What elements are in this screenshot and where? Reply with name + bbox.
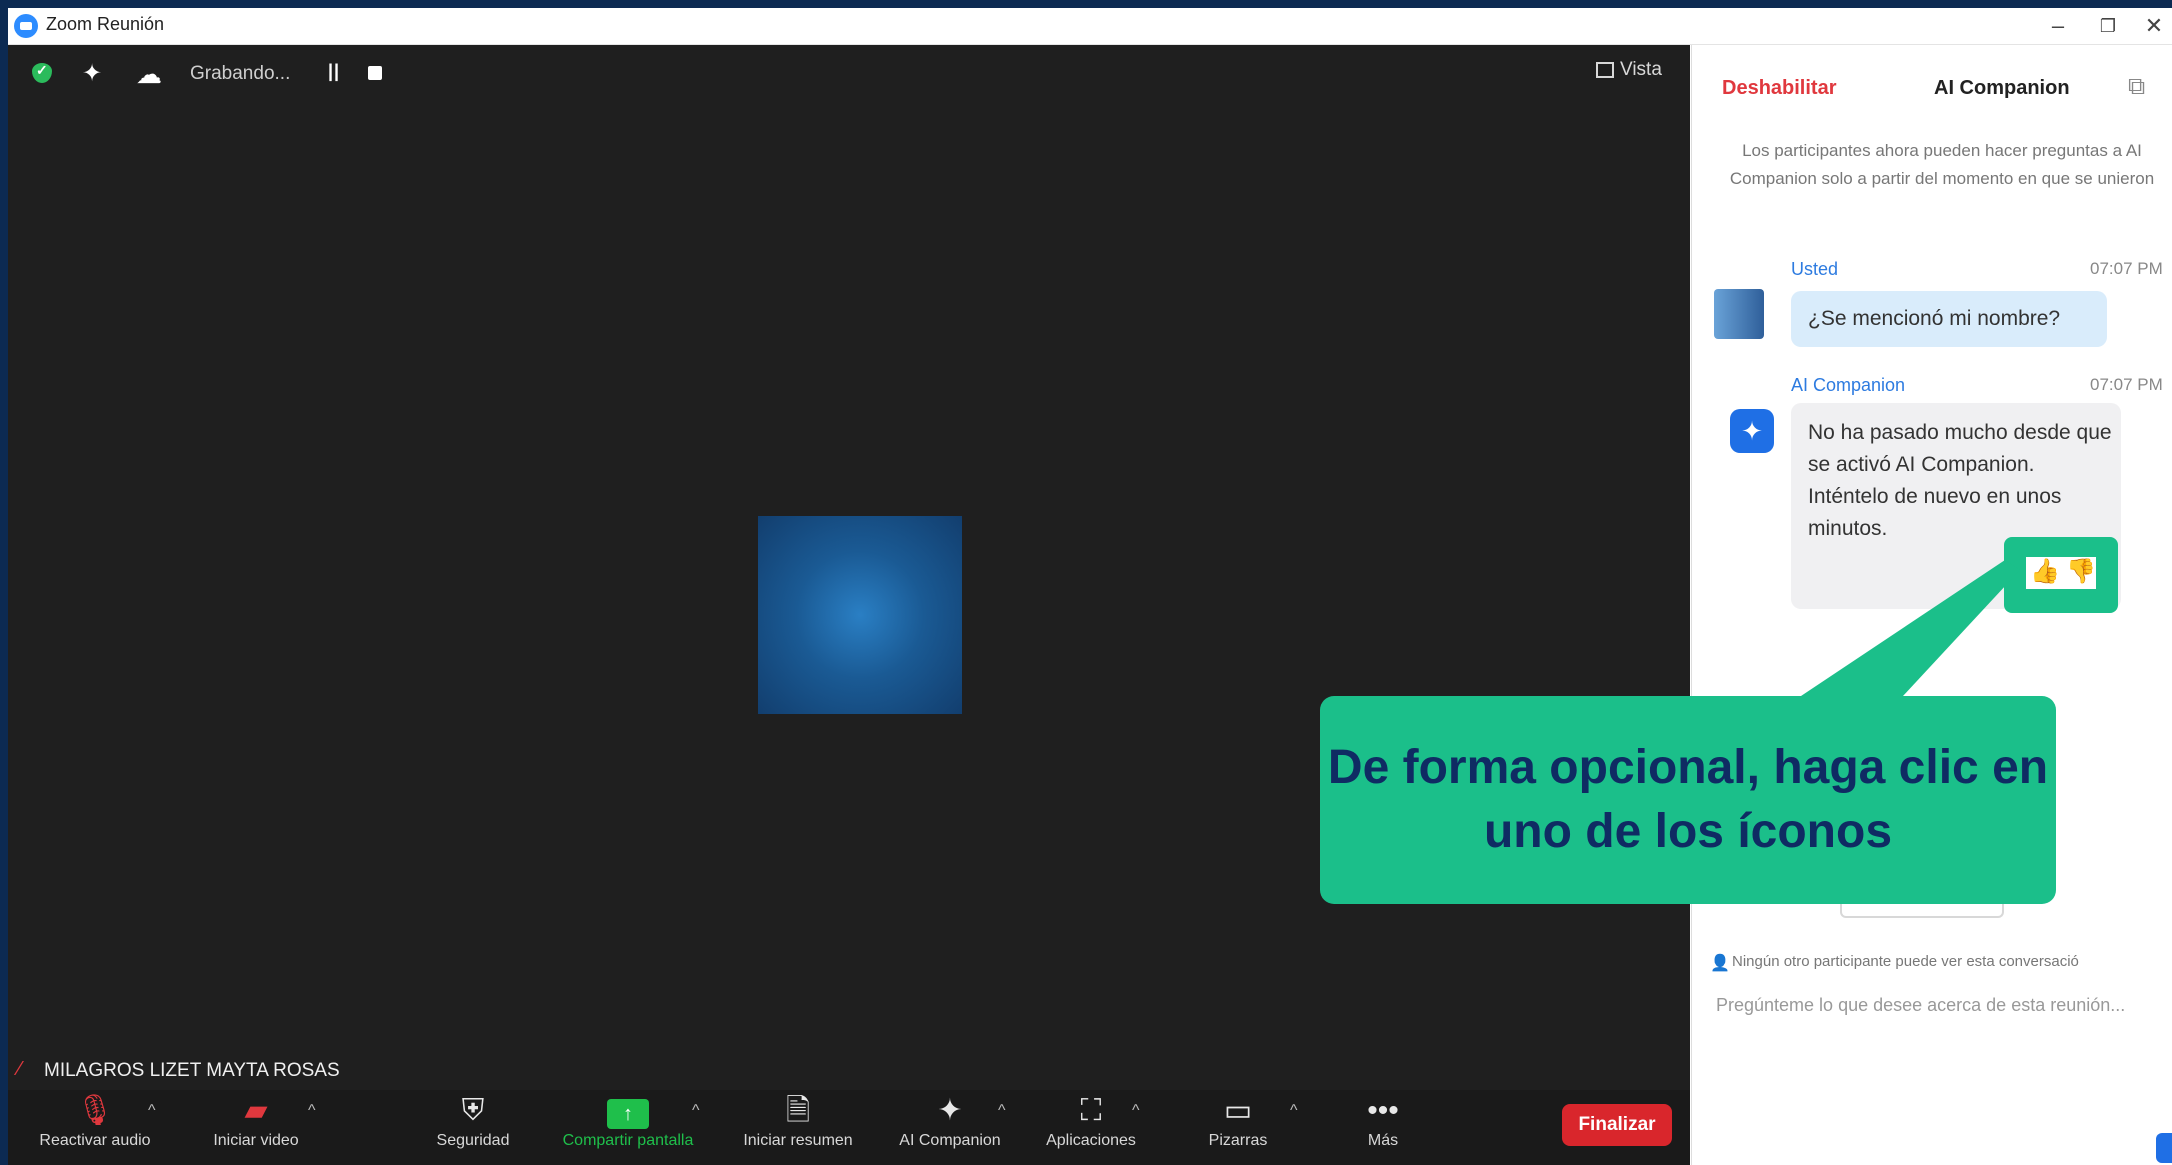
meeting-view: ✦ ☁ Grabando... | | Vista ⁄ MILAGROS LIZ… bbox=[8, 45, 1690, 1165]
ask-input[interactable] bbox=[1714, 993, 2158, 1057]
whiteboard-options-caret[interactable]: ^ bbox=[1290, 1102, 1298, 1120]
apps-options-caret[interactable]: ^ bbox=[1132, 1102, 1140, 1120]
shield-plus-icon: ⛨ bbox=[461, 1094, 485, 1127]
view-button[interactable]: Vista bbox=[1620, 59, 1662, 81]
more-button[interactable]: ••• Más bbox=[1338, 1090, 1428, 1165]
video-off-icon: ▰ bbox=[244, 1094, 268, 1127]
security-button[interactable]: ⛨ Seguridad bbox=[408, 1090, 538, 1165]
start-summary-button[interactable]: 🗎 Iniciar resumen bbox=[723, 1090, 873, 1165]
more-icon: ••• bbox=[1367, 1094, 1399, 1127]
user-message-text: ¿Se mencionó mi nombre? bbox=[1808, 307, 2061, 330]
avatar bbox=[1714, 289, 1764, 339]
privacy-note: Ningún otro participante puede ver esta … bbox=[1732, 953, 2079, 970]
privacy-icon: 👤 bbox=[1710, 955, 1730, 972]
start-video-button[interactable]: ▰ Iniciar video bbox=[186, 1090, 326, 1165]
minimize-button[interactable]: – bbox=[2038, 12, 2078, 40]
encryption-shield-icon[interactable] bbox=[32, 62, 52, 83]
zoom-logo-icon bbox=[14, 14, 38, 38]
disable-button[interactable]: Deshabilitar bbox=[1722, 77, 1836, 100]
whiteboards-button[interactable]: ▭ Pizarras bbox=[1178, 1090, 1298, 1165]
stop-icon[interactable] bbox=[368, 66, 382, 80]
ai-options-caret[interactable]: ^ bbox=[998, 1102, 1006, 1120]
ai-avatar-icon: ✦ bbox=[1730, 409, 1774, 453]
close-button[interactable]: ✕ bbox=[2134, 12, 2172, 40]
window-title: Zoom Reunión bbox=[46, 14, 165, 34]
share-screen-icon: ↑ bbox=[607, 1099, 649, 1129]
share-options-caret[interactable]: ^ bbox=[692, 1102, 700, 1120]
tutorial-callout: De forma opcional, haga clic en uno de l… bbox=[1320, 696, 2056, 904]
message-time: 07:07 PM bbox=[2090, 259, 2163, 278]
audio-options-caret[interactable]: ^ bbox=[148, 1102, 156, 1120]
share-screen-button[interactable]: ↑ Compartir pantalla bbox=[543, 1090, 713, 1165]
callout-text: De forma opcional, haga clic en uno de l… bbox=[1327, 741, 2049, 858]
send-button[interactable] bbox=[2156, 1133, 2172, 1163]
sparkle-icon[interactable]: ✦ bbox=[82, 59, 102, 88]
muted-mic-icon: ⁄ bbox=[18, 1058, 22, 1080]
end-meeting-button[interactable]: Finalizar bbox=[1562, 1104, 1672, 1146]
ai-message-text: No ha pasado mucho desde que se activó A… bbox=[1808, 421, 2112, 540]
message-sender: AI Companion bbox=[1791, 375, 1906, 395]
pause-icon[interactable]: | | bbox=[328, 61, 339, 82]
callout-pointer bbox=[1780, 560, 2020, 710]
restore-button[interactable]: ❐ bbox=[2088, 12, 2128, 40]
participant-video-tile bbox=[758, 516, 962, 714]
video-options-caret[interactable]: ^ bbox=[308, 1102, 316, 1120]
participant-name: MILAGROS LIZET MAYTA ROSAS bbox=[44, 1060, 340, 1081]
popout-icon[interactable]: ⧉ bbox=[2128, 73, 2145, 101]
message-time: 07:07 PM bbox=[2090, 375, 2163, 394]
title-bar: Zoom Reunión – ❐ ✕ bbox=[8, 8, 2172, 45]
meeting-controls: 🎙 Reactivar audio ^ ▰ Iniciar video ^ ⛨ … bbox=[8, 1090, 1690, 1165]
panel-title: AI Companion bbox=[1934, 77, 2070, 99]
thumbs-down-icon[interactable]: 👎 bbox=[2066, 557, 2096, 586]
whiteboard-icon: ▭ bbox=[1223, 1094, 1253, 1127]
summary-doc-icon: 🗎 bbox=[785, 1094, 811, 1127]
panel-notice: Los participantes ahora pueden hacer pre… bbox=[1729, 141, 2155, 188]
recording-status: Grabando... bbox=[190, 63, 291, 84]
thumbs-up-icon[interactable]: 👍 bbox=[2030, 557, 2060, 586]
grid-icon[interactable] bbox=[1596, 62, 1614, 78]
cloud-icon: ☁ bbox=[136, 59, 162, 89]
message-sender: Usted bbox=[1791, 259, 1839, 279]
